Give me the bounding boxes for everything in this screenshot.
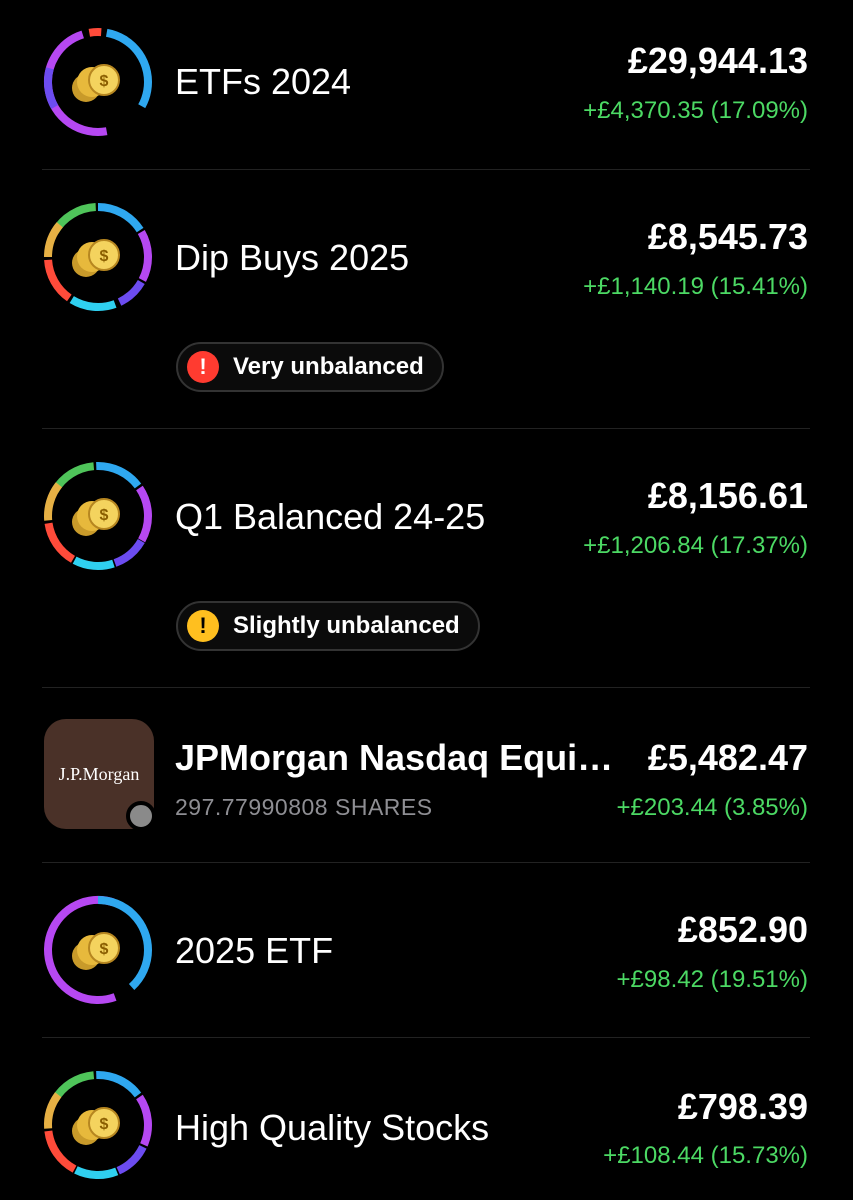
svg-text:$: $: [100, 507, 109, 524]
allocation-ring-icon: $: [43, 1071, 152, 1179]
allocation-ring-icon: $: [44, 27, 153, 136]
pie-name: Q1 Balanced 24-25: [175, 496, 486, 537]
badge-label: Very unbalanced: [233, 353, 424, 380]
pie-gain: +£98.42 (19.51%): [616, 966, 808, 993]
balance-status-badge[interactable]: ! Very unbalanced: [176, 342, 444, 392]
pie-gain: +£108.44 (15.73%): [603, 1142, 808, 1169]
pie-name: ETFs 2024: [175, 61, 352, 102]
pie-row-etfs-2024[interactable]: $ ETFs 2024 £29,944.13 +£4,370.35 (17.09…: [0, 0, 853, 170]
pie-row-dip-buys-2025[interactable]: $ Dip Buys 2025 £8,545.73 +£1,140.19 (15…: [0, 170, 853, 429]
holding-gain: +£203.44 (3.85%): [616, 794, 808, 821]
pie-gain: +£1,206.84 (17.37%): [583, 532, 808, 559]
pie-value: £798.39: [677, 1086, 808, 1127]
holding-name: JPMorgan Nasdaq Equi…: [175, 737, 614, 778]
alert-icon: !: [187, 351, 219, 383]
badge-label: Slightly unbalanced: [233, 612, 460, 639]
balance-status-badge[interactable]: ! Slightly unbalanced: [176, 601, 480, 651]
pie-name: Dip Buys 2025: [175, 237, 410, 278]
coin-stack-icon: $: [72, 1107, 120, 1145]
jpmorgan-logo: J.P.Morgan: [44, 719, 156, 831]
svg-text:$: $: [100, 248, 109, 265]
allocation-ring-icon: $: [44, 896, 152, 1004]
holding-value: £5,482.47: [647, 737, 808, 778]
svg-text:$: $: [100, 73, 109, 90]
coin-stack-icon: $: [72, 932, 120, 970]
warning-icon: !: [187, 610, 219, 642]
pie-value: £8,545.73: [647, 216, 808, 257]
pie-value: £8,156.61: [647, 475, 808, 516]
svg-text:$: $: [100, 1116, 109, 1133]
coin-stack-icon: $: [72, 498, 120, 536]
status-dot-icon: [126, 801, 156, 831]
allocation-ring-icon: $: [43, 203, 152, 311]
pie-row-2025-etf[interactable]: $ 2025 ETF £852.90 +£98.42 (19.51%): [0, 862, 853, 1038]
pie-gain: +£4,370.35 (17.09%): [583, 97, 808, 124]
holding-shares: 297.77990808 SHARES: [175, 794, 433, 820]
holding-row-jpmorgan[interactable]: J.P.Morgan JPMorgan Nasdaq Equi… 297.779…: [0, 687, 853, 863]
pie-gain: +£1,140.19 (15.41%): [583, 273, 808, 300]
coin-stack-icon: $: [72, 64, 120, 102]
allocation-ring-icon: $: [43, 462, 153, 571]
coin-stack-icon: $: [72, 239, 120, 277]
pie-value: £852.90: [677, 909, 808, 950]
logo-text: J.P.Morgan: [58, 763, 140, 784]
pie-name: 2025 ETF: [175, 930, 334, 971]
pie-list: $ ETFs 2024 £29,944.13 +£4,370.35 (17.09…: [0, 0, 853, 1200]
pie-name: High Quality Stocks: [175, 1107, 490, 1148]
svg-text:$: $: [100, 941, 109, 958]
pie-row-high-quality-stocks[interactable]: $ High Quality Stocks £798.39 +£108.44 (…: [0, 1038, 853, 1200]
pie-row-q1-balanced[interactable]: $ Q1 Balanced 24-25 £8,156.61 +£1,206.84…: [0, 429, 853, 688]
pie-value: £29,944.13: [627, 40, 808, 81]
